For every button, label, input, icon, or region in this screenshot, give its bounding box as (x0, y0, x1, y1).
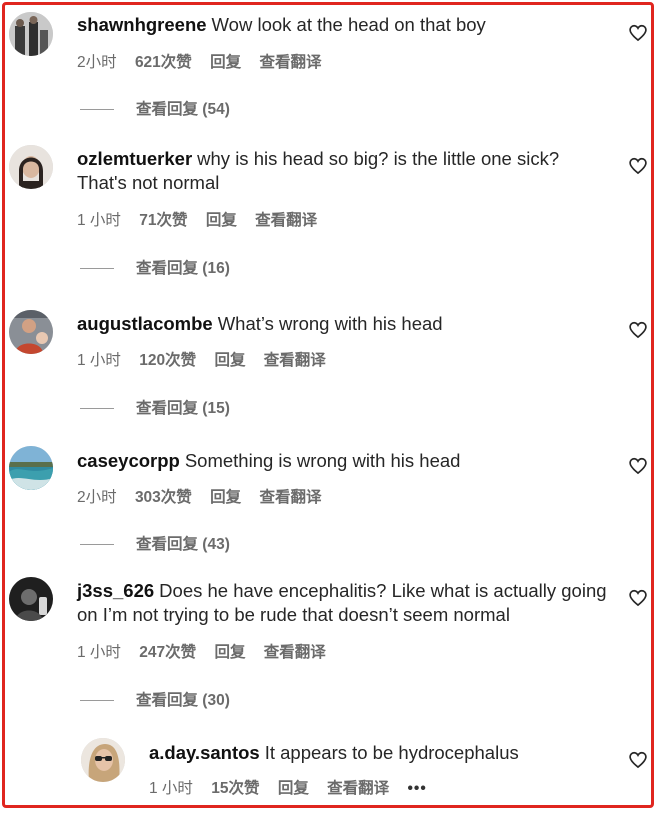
comment-text: augustlacombe What’s wrong with his head (77, 312, 612, 336)
view-replies-button[interactable]: 查看回复 (30) (80, 688, 230, 710)
comment-username[interactable]: ozlemtuerker (77, 148, 192, 169)
reply-button[interactable]: 回复 (206, 212, 237, 229)
comment-body: Something is wrong with his head (184, 450, 461, 471)
avatar[interactable] (81, 738, 125, 782)
comment-username[interactable]: augustlacombe (77, 313, 213, 334)
translate-button[interactable]: 查看翻译 (264, 644, 326, 661)
comment-meta: 1 小时 71次赞 回复 查看翻译 (77, 208, 331, 230)
view-replies-button[interactable]: 查看回复 (43) (80, 532, 230, 554)
divider-line (80, 700, 114, 702)
view-replies-button[interactable]: 查看回复 (15) (80, 396, 230, 418)
divider-line (80, 109, 114, 111)
comment-text: shawnhgreene Wow look at the head on that… (77, 13, 612, 37)
reply-button[interactable]: 回复 (210, 489, 241, 506)
avatar[interactable] (9, 577, 53, 621)
reply-button[interactable]: 回复 (214, 352, 245, 369)
comment-likes[interactable]: 15次赞 (211, 780, 259, 797)
comment-likes[interactable]: 71次赞 (139, 212, 187, 229)
heart-icon[interactable] (628, 23, 648, 43)
comment-meta: 2小时 303次赞 回复 查看翻译 (77, 485, 335, 507)
comment-likes[interactable]: 303次赞 (135, 489, 192, 506)
view-replies-label: 查看回复 (54) (136, 101, 230, 118)
comment-text: caseycorpp Something is wrong with his he… (77, 449, 612, 473)
translate-button[interactable]: 查看翻译 (255, 212, 317, 229)
comment-meta: 1 小时 247次赞 回复 查看翻译 (77, 640, 340, 662)
reply-button[interactable]: 回复 (210, 54, 241, 71)
comment-meta: 1 小时 15次赞 回复 查看翻译 ••• (149, 776, 441, 798)
avatar[interactable] (9, 12, 53, 56)
reply-button[interactable]: 回复 (278, 780, 309, 797)
heart-icon[interactable] (628, 588, 648, 608)
comment-likes[interactable]: 621次赞 (135, 54, 192, 71)
comment-time: 1 小时 (149, 780, 193, 797)
reply-button[interactable]: 回复 (214, 644, 245, 661)
view-replies-label: 查看回复 (30) (136, 692, 230, 709)
view-replies-label: 查看回复 (43) (136, 536, 230, 553)
view-replies-button[interactable]: 查看回复 (16) (80, 256, 230, 278)
comment-meta: 1 小时 120次赞 回复 查看翻译 (77, 348, 340, 370)
comment-time: 1 小时 (77, 644, 121, 661)
comment-body: It appears to be hydrocephalus (264, 742, 519, 763)
comment-username[interactable]: j3ss_626 (77, 580, 154, 601)
comment-username[interactable]: shawnhgreene (77, 14, 207, 35)
translate-button[interactable]: 查看翻译 (327, 780, 389, 797)
heart-icon[interactable] (628, 456, 648, 476)
comment-likes[interactable]: 247次赞 (139, 644, 196, 661)
comment-time: 2小时 (77, 489, 117, 506)
comment-username[interactable]: caseycorpp (77, 450, 180, 471)
divider-line (80, 268, 114, 270)
heart-icon[interactable] (628, 750, 648, 770)
more-dots-icon[interactable]: ••• (407, 780, 426, 797)
comment-time: 1 小时 (77, 212, 121, 229)
avatar[interactable] (9, 310, 53, 354)
comment-likes[interactable]: 120次赞 (139, 352, 196, 369)
comment-text: j3ss_626 Does he have encephalitis? Like … (77, 579, 612, 627)
comment-body: Wow look at the head on that boy (211, 14, 486, 35)
avatar[interactable] (9, 145, 53, 189)
view-replies-label: 查看回复 (16) (136, 260, 230, 277)
translate-button[interactable]: 查看翻译 (259, 489, 321, 506)
comment-text: ozlemtuerker why is his head so big? is t… (77, 147, 612, 195)
divider-line (80, 408, 114, 410)
comment-body: Does he have encephalitis? Like what is … (77, 580, 607, 625)
comment-time: 2小时 (77, 54, 117, 71)
view-replies-button[interactable]: 查看回复 (54) (80, 97, 230, 119)
comment-time: 1 小时 (77, 352, 121, 369)
translate-button[interactable]: 查看翻译 (259, 54, 321, 71)
comment-username[interactable]: a.day.santos (149, 742, 260, 763)
comment-text: a.day.santos It appears to be hydrocephal… (149, 741, 614, 765)
heart-icon[interactable] (628, 156, 648, 176)
comment-meta: 2小时 621次赞 回复 查看翻译 (77, 50, 335, 72)
heart-icon[interactable] (628, 320, 648, 340)
view-replies-label: 查看回复 (15) (136, 400, 230, 417)
divider-line (80, 544, 114, 546)
avatar[interactable] (9, 446, 53, 490)
comment-body: What’s wrong with his head (217, 313, 443, 334)
translate-button[interactable]: 查看翻译 (264, 352, 326, 369)
